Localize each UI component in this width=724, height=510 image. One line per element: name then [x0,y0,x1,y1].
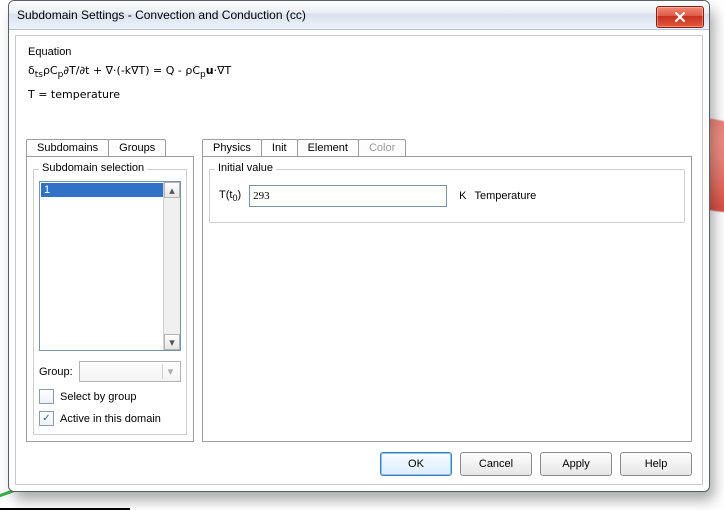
active-in-domain-checkbox[interactable]: ✓ [39,411,54,426]
tab-color: Color [358,139,406,156]
window-title: Subdomain Settings - Convection and Cond… [17,8,306,22]
close-icon [674,12,686,22]
scrollbar[interactable]: ▴ ▾ [163,182,180,350]
equation-temperature: T = temperature [28,88,692,101]
active-in-domain-label: Active in this domain [60,413,161,425]
scroll-up-icon[interactable]: ▴ [164,182,180,198]
apply-button[interactable]: Apply [540,452,612,476]
unit-label: K [459,190,466,202]
init-panel: Initial value T(t0) K Temperature [202,156,692,442]
button-bar: OK Cancel Apply Help [380,452,692,476]
chevron-down-icon: ▾ [162,364,178,379]
left-tabstrip: Subdomains Groups [26,136,194,156]
scroll-down-icon[interactable]: ▾ [164,334,180,350]
tab-groups[interactable]: Groups [108,139,166,156]
ok-button[interactable]: OK [380,452,452,476]
cancel-button[interactable]: Cancel [460,452,532,476]
titlebar: Subdomain Settings - Convection and Cond… [9,1,709,30]
init-field-label: T(t0) [219,189,241,203]
tab-subdomains[interactable]: Subdomains [26,139,109,156]
dialog-subdomain-settings: Subdomain Settings - Convection and Cond… [8,0,710,492]
equation-expression: δtsρCp∂T/∂t + ∇·(-k∇T) = Q - ρCpu·∇T [28,64,692,80]
group-combo[interactable]: ▾ [79,361,181,382]
help-button[interactable]: Help [620,452,692,476]
tab-physics[interactable]: Physics [202,139,262,156]
initial-value-label: Initial value [215,162,276,174]
subdomain-listbox[interactable]: 1 ▴ ▾ [39,181,181,351]
group-label: Group: [39,366,73,378]
field-description: Temperature [474,190,536,202]
subdomain-panel: Subdomain selection 1 ▴ ▾ Group: [26,156,194,442]
temperature-input[interactable] [249,185,447,207]
select-by-group-checkbox[interactable] [39,389,54,404]
tab-element[interactable]: Element [297,139,359,156]
close-button[interactable] [656,6,704,28]
right-tabstrip: Physics Init Element Color [202,136,692,156]
equation-label: Equation [28,46,692,58]
list-item[interactable]: 1 [41,183,163,197]
subdomain-selection-label: Subdomain selection [39,162,147,174]
tab-init[interactable]: Init [261,139,298,156]
select-by-group-label: Select by group [60,391,136,403]
client-area: Equation δtsρCp∂T/∂t + ∇·(-k∇T) = Q - ρC… [15,35,703,485]
